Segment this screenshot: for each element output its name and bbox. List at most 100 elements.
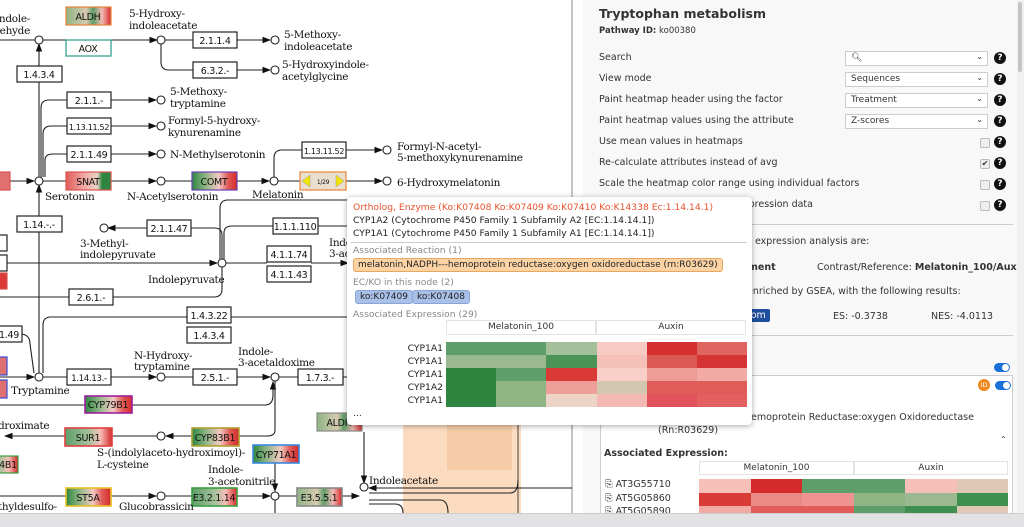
enzyme-4-1-1-74[interactable]: 4.1.1.74 (266, 245, 312, 263)
heatmap-cell[interactable] (802, 479, 854, 493)
heatmap-cell[interactable] (750, 479, 802, 493)
heatmap-cell[interactable] (696, 355, 748, 368)
enzyme-cyp71a1[interactable]: CYP71A1 (252, 444, 300, 464)
enzyme-partial[interactable] (0, 234, 8, 252)
heatmap-cell[interactable] (546, 355, 597, 368)
help-icon[interactable]: ? (994, 73, 1006, 85)
enzyme-2-1-1[interactable]: 2.1.1.- (66, 91, 112, 109)
heatmap-cell[interactable] (596, 381, 647, 394)
section-toggle[interactable] (994, 363, 1010, 372)
heatmap-cell[interactable] (696, 381, 748, 394)
reaction-chip[interactable]: melatonin,NADPH---hemoprotein reductase:… (353, 258, 723, 272)
heatmap-cell[interactable] (696, 394, 748, 407)
heatmap-cell[interactable] (446, 394, 497, 407)
enzyme-partial[interactable] (0, 379, 8, 399)
enzyme-partial-4b1[interactable]: 4B1 (0, 455, 19, 474)
help-icon[interactable]: ? (994, 199, 1006, 211)
heatmap-cell[interactable] (596, 355, 647, 368)
enzyme-partial[interactable] (0, 254, 8, 272)
search-input[interactable]: 🔍︎ ⌄ (845, 51, 988, 66)
enzyme-cyp79b1[interactable]: CYP79B1 (84, 395, 133, 414)
heatmap-cell[interactable] (853, 492, 905, 506)
recalculate-checkbox[interactable]: ✔ (980, 159, 990, 169)
heatmap-cell[interactable] (646, 381, 697, 394)
heatmap-cell[interactable] (699, 492, 751, 506)
heatmap-cell[interactable] (956, 479, 1008, 493)
enzyme-comt[interactable]: COMT (191, 171, 238, 191)
heatmap-cell[interactable] (596, 342, 647, 355)
heatmap-cell[interactable] (905, 479, 957, 493)
copy-icon[interactable]: ⎘ (605, 479, 613, 490)
heatmap-cell[interactable] (496, 394, 547, 407)
ko-chip[interactable]: ko:K07408 (412, 290, 470, 304)
heatmap-cell[interactable] (446, 342, 497, 355)
enzyme-2-5-1[interactable]: 2.5.1.- (192, 368, 238, 386)
enzyme-aox[interactable]: AOX (65, 39, 112, 57)
copy-icon[interactable]: ⎘ (605, 493, 613, 504)
heatmap-cell[interactable] (446, 368, 497, 381)
heatmap-cell[interactable] (956, 492, 1008, 506)
enzyme-partial[interactable] (0, 356, 8, 376)
enzyme-1-4-3-22[interactable]: 1.4.3.22 (186, 306, 232, 324)
heatmap-cell[interactable] (853, 479, 905, 493)
heatmap-cell[interactable] (905, 492, 957, 506)
enzyme-e3-5-5-1[interactable]: E3.5.5.1 (296, 487, 343, 507)
enzyme-2-1-1-49[interactable]: 2.1.1.49 (66, 145, 112, 163)
panel-scrollbar[interactable] (1017, 0, 1024, 513)
heatmap-cell[interactable] (699, 479, 751, 493)
heatmap-cell[interactable] (446, 381, 497, 394)
heatmap-cell[interactable] (546, 368, 597, 381)
id-badge-icon[interactable]: ID (978, 379, 990, 391)
enzyme-1-1-1-110[interactable]: 1.1.1.110 (272, 217, 319, 235)
help-icon[interactable]: ? (994, 178, 1006, 190)
header-factor-select[interactable]: Treatment ⌄ (845, 93, 988, 108)
heatmap-cell[interactable] (596, 394, 647, 407)
help-icon[interactable]: ? (994, 136, 1006, 148)
heatmap-cell[interactable] (646, 342, 697, 355)
enzyme-cyp-carousel[interactable]: 1/29 (299, 171, 347, 191)
enzyme-1-13-11-52-b[interactable]: 1.13.11.52 (301, 141, 347, 159)
expression-data-checkbox[interactable] (980, 201, 990, 211)
view-mode-select[interactable]: Sequences ⌄ (845, 72, 988, 87)
enzyme-partial[interactable] (0, 171, 11, 191)
heatmap-cell[interactable] (646, 368, 697, 381)
enzyme-partial-1-49[interactable]: 1.49 (0, 325, 23, 343)
gene-row[interactable]: ⎘ AT5G05860 (605, 492, 671, 506)
heatmap-cell[interactable] (546, 342, 597, 355)
heatmap-cell[interactable] (646, 394, 697, 407)
heatmap-cell[interactable] (696, 342, 748, 355)
heatmap-cell[interactable] (646, 355, 697, 368)
ko-chip[interactable]: ko:K07409 (355, 290, 413, 304)
card-toggle[interactable] (995, 381, 1011, 390)
enzyme-2-6-1[interactable]: 2.6.1.- (68, 288, 114, 306)
help-icon[interactable]: ? (994, 115, 1006, 127)
heatmap-cell[interactable] (546, 394, 597, 407)
enzyme-1-4-3-4-b[interactable]: 1.4.3.4 (186, 326, 232, 344)
enzyme-st5a[interactable]: ST5A (65, 487, 112, 507)
enzyme-partial[interactable] (0, 272, 8, 290)
enzyme-6-3-2[interactable]: 6.3.2.- (192, 61, 238, 79)
help-icon[interactable]: ? (994, 52, 1006, 64)
heatmap-cell[interactable] (496, 381, 547, 394)
enzyme-1-4-3-4[interactable]: 1.4.3.4 (16, 65, 63, 83)
mean-values-checkbox[interactable] (980, 138, 990, 148)
heatmap-cell[interactable] (546, 381, 597, 394)
scale-color-checkbox[interactable] (980, 180, 990, 190)
enzyme-1-13-11-52[interactable]: 1.13.11.52 (66, 117, 112, 135)
enzyme-2-1-1-4[interactable]: 2.1.1.4 (192, 31, 238, 49)
enzyme-e3-2-1-14[interactable]: E3.2.1.14 (191, 487, 238, 507)
enzyme-1-7-3[interactable]: 1.7.3.- (297, 368, 344, 386)
scrollbar-thumb[interactable] (1018, 2, 1022, 72)
enzyme-cyp83b1[interactable]: CYP83B1 (191, 427, 240, 447)
heatmap-cell[interactable] (446, 355, 497, 368)
help-icon[interactable]: ? (994, 157, 1006, 169)
collapse-caret-icon[interactable]: ⌃ (1000, 435, 1007, 444)
enzyme-sur1[interactable]: SUR1 (64, 427, 113, 447)
enzyme-4-1-1-43[interactable]: 4.1.1.43 (266, 265, 312, 283)
enzyme-2-1-1-47[interactable]: 2.1.1.47 (146, 219, 192, 237)
enzyme-aldh[interactable]: ALDH (65, 6, 112, 26)
help-icon[interactable]: ? (994, 94, 1006, 106)
enzyme-1-14[interactable]: 1.14.-.- (16, 215, 63, 233)
heatmap-cell[interactable] (496, 355, 547, 368)
heatmap-cell[interactable] (802, 492, 854, 506)
